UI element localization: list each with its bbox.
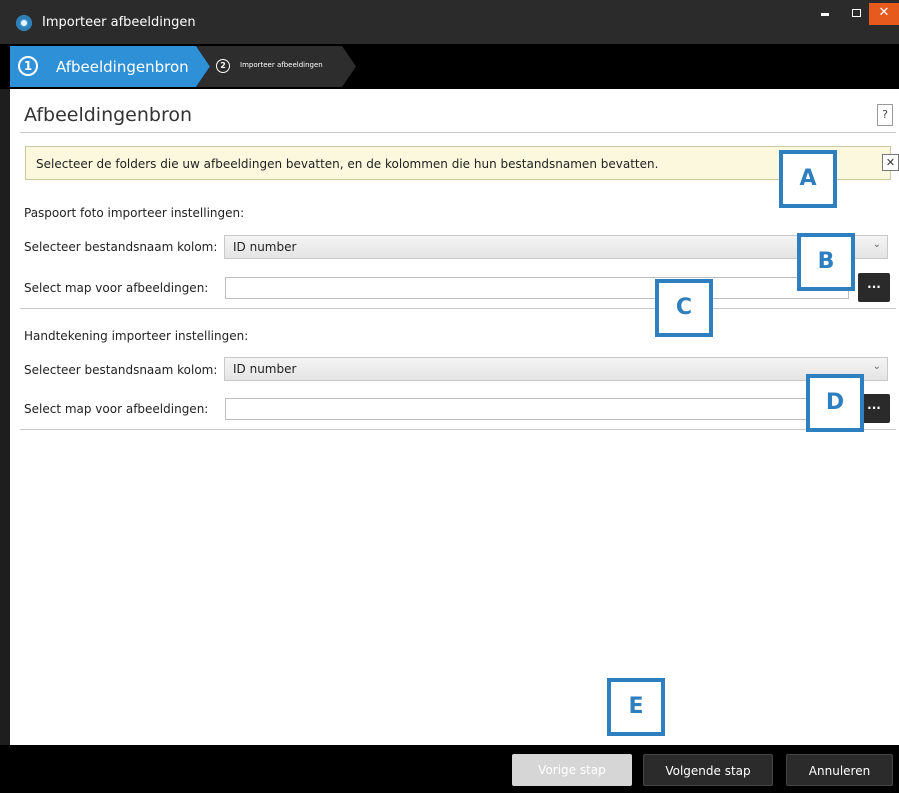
passport-folder-input[interactable] <box>225 277 849 299</box>
window-title: Importeer afbeeldingen <box>42 15 196 30</box>
title-bar: Importeer afbeeldingen ✕ <box>0 0 899 44</box>
signature-section-heading: Handtekening importeer instellingen: <box>24 329 249 343</box>
minimize-icon <box>821 13 829 16</box>
callout-c: C <box>655 279 713 337</box>
passport-column-value: ID number <box>233 240 297 254</box>
cancel-button[interactable]: Annuleren <box>786 754 893 786</box>
info-banner: Selecteer de folders die uw afbeeldingen… <box>25 146 899 180</box>
passport-section-heading: Paspoort foto importeer instellingen: <box>24 206 245 220</box>
section-divider <box>20 429 896 430</box>
step-2-label: Importeer afbeeldingen <box>240 61 323 69</box>
callout-b: B <box>797 233 855 291</box>
step-1-number-icon: 1 <box>18 56 38 76</box>
signature-folder-label: Select map voor afbeeldingen: <box>24 402 209 416</box>
callout-e: E <box>607 678 665 736</box>
title-divider <box>20 132 896 133</box>
import-images-window: Importeer afbeeldingen ✕ 1 Afbeeldingenb… <box>0 0 899 793</box>
step-1-label: Afbeeldingenbron <box>56 58 189 76</box>
minimize-button[interactable] <box>811 3 839 25</box>
close-window-button[interactable]: ✕ <box>869 3 899 25</box>
passport-column-select[interactable]: ID number ⌄ <box>224 235 888 259</box>
previous-step-button[interactable]: Vorige stap <box>512 754 632 786</box>
maximize-icon <box>851 9 861 17</box>
passport-column-label: Selecteer bestandsnaam kolom: <box>24 240 218 254</box>
chevron-down-icon: ⌄ <box>872 239 881 250</box>
banner-close-icon[interactable]: ✕ <box>882 154 899 171</box>
callout-d: D <box>806 374 864 432</box>
app-logo-icon <box>16 15 32 31</box>
chevron-down-icon: ⌄ <box>872 361 881 372</box>
close-icon: ✕ <box>878 5 890 20</box>
info-banner-text: Selecteer de folders die uw afbeeldingen… <box>36 157 659 171</box>
signature-column-select[interactable]: ID number ⌄ <box>224 357 888 381</box>
passport-browse-button[interactable]: ... <box>858 273 890 302</box>
content-panel: Afbeeldingenbron ? Selecteer de folders … <box>10 89 899 745</box>
step-2-number-icon: 2 <box>216 59 230 73</box>
callout-a: A <box>779 150 837 208</box>
next-step-button[interactable]: Volgende stap <box>643 754 773 786</box>
section-divider <box>20 308 896 309</box>
page-title: Afbeeldingenbron <box>24 104 193 126</box>
passport-folder-label: Select map voor afbeeldingen: <box>24 281 209 295</box>
maximize-button[interactable] <box>842 3 870 25</box>
help-button[interactable]: ? <box>877 104 893 126</box>
signature-column-label: Selecteer bestandsnaam kolom: <box>24 363 218 377</box>
signature-column-value: ID number <box>233 362 297 376</box>
signature-folder-input[interactable] <box>225 398 849 420</box>
